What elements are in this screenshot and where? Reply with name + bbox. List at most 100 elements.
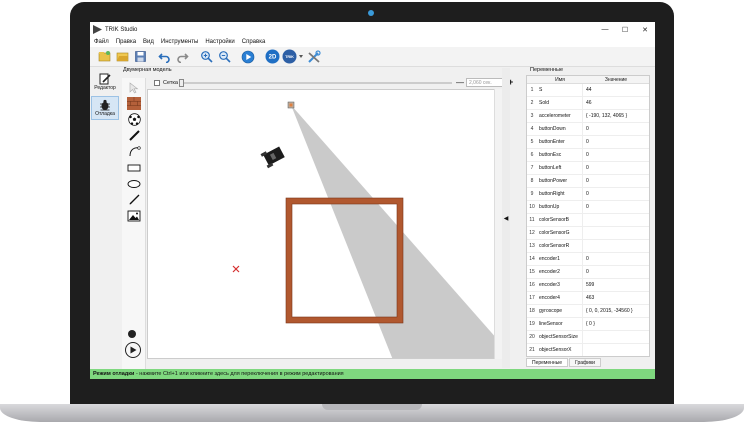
zoom-minus-button[interactable]: — [456,78,464,87]
2d-model-icon[interactable]: 2D [264,49,280,65]
speed-slider[interactable] [180,82,452,84]
variable-name: objectSensorSize [537,330,583,344]
row-number: 14 [529,256,535,262]
svg-text:2D: 2D [268,55,276,61]
column-name-header[interactable]: Имя [537,77,583,83]
row-number: 17 [529,295,535,301]
row-number: 8 [530,178,534,184]
grid-checkbox[interactable] [154,80,160,86]
table-row[interactable]: 11 colorSensorB [527,213,649,227]
table-row[interactable]: 20 objectSensorSize [527,330,649,344]
variable-name: colorSensorR [537,239,583,253]
table-row[interactable]: 3 accelerometer{ -190, 132, 4065 } [527,109,649,123]
line-tool-icon[interactable] [125,129,143,142]
scene-scrollbar[interactable] [494,89,502,359]
tab-variables[interactable]: Переменные [526,358,569,367]
variable-name: objectSensorX [537,343,583,356]
speed-field[interactable]: 2,060 сек. [466,78,504,87]
panel-splitter[interactable]: ◀ [502,68,510,368]
menu-settings[interactable]: Настройки [205,39,234,45]
robot-sensor [287,101,295,109]
debug-mode-button[interactable]: Отладка [91,96,119,120]
table-row[interactable]: 10 buttonUp 0 [527,200,649,214]
variable-name: buttonDown [537,122,583,136]
zoom-out-icon[interactable] [216,49,232,65]
settings-icon[interactable] [306,49,322,65]
cursor-tool-icon[interactable] [125,81,143,94]
speed-slider-thumb[interactable] [179,79,184,87]
stop-button[interactable] [128,330,136,338]
row-number: 7 [530,165,534,171]
table-row[interactable]: 15 encoder2 0 [527,265,649,279]
menu-help[interactable]: Справка [242,39,266,45]
column-value-header[interactable]: Значение [583,77,649,83]
curve-tool-icon[interactable] [125,145,143,158]
camera-dot [368,10,374,16]
trik-icon[interactable]: TRIK [282,49,304,65]
undo-icon[interactable] [156,49,172,65]
minimize-button[interactable]: — [595,22,615,37]
table-row[interactable]: 18 gyroscope{ 0, 0, 2015, -34560 } [527,304,649,318]
table-row[interactable]: 6 buttonEsc 0 [527,148,649,162]
menu-file[interactable]: Файл [94,39,109,45]
table-row[interactable]: 21 objectSensorX [527,343,649,356]
editor-mode-label: Редактор [94,85,116,91]
zoom-in-icon[interactable] [198,49,214,65]
table-row[interactable]: 5 buttonEnter 0 [527,135,649,149]
menu-tools[interactable]: Инструменты [161,39,198,45]
row-number: 1 [530,87,534,93]
table-row[interactable]: 8 buttonPower 0 [527,174,649,188]
redo-icon[interactable] [174,49,190,65]
open-icon[interactable] [114,49,130,65]
new-icon[interactable] [96,49,112,65]
2d-scene[interactable] [147,89,497,359]
close-button[interactable]: ✕ [635,22,655,37]
row-number: 5 [530,139,534,145]
row-number: 4 [530,126,534,132]
debug-mode-label: Отладка [95,111,115,117]
table-row[interactable]: 13 colorSensorR [527,239,649,253]
variable-value: 0 [586,126,589,132]
table-row[interactable]: 4 buttonDown 0 [527,122,649,136]
row-number: 16 [529,282,535,288]
start-position-marker [232,265,240,273]
variable-name: encoder4 [537,291,583,305]
table-row[interactable]: 14 encoder1 0 [527,252,649,266]
ball-tool-icon[interactable] [125,113,143,126]
status-bar[interactable]: Режим отладки - нажмите Ctrl+1 или кликн… [90,369,655,379]
variable-name: gyroscope [537,304,583,318]
tab-graphs[interactable]: Графики [569,358,601,367]
image-tool-icon[interactable] [125,209,143,222]
variable-name: buttonEsc [537,148,583,162]
table-row[interactable]: 9 buttonRight 0 [527,187,649,201]
variable-value: 599 [586,282,595,288]
collapse-arrow-icon[interactable]: ◀ [504,215,509,222]
mode-panel: Редактор Отладка [90,68,120,368]
variable-value: { 0, 0, 2015, -34560 } [586,308,633,314]
pencil-tool-icon[interactable] [125,193,143,206]
toolbar: 2D TRIK [90,47,655,67]
robot[interactable] [260,145,286,169]
table-row[interactable]: 12 colorSensorG [527,226,649,240]
table-row[interactable]: 16 encoder3 599 [527,278,649,292]
table-row[interactable]: 19 lineSensor{ 0 } [527,317,649,331]
maximize-button[interactable]: ☐ [615,22,635,37]
ellipse-tool-icon[interactable] [125,177,143,190]
variable-value: 0 [586,191,589,197]
run-icon[interactable] [240,49,256,65]
editor-mode-button[interactable]: Редактор [91,70,119,94]
table-row[interactable]: 1 S 44 [527,83,649,97]
variable-name: buttonRight [537,187,583,201]
table-row[interactable]: 7 buttonLeft 0 [527,161,649,175]
table-row[interactable]: 2 Sold 46 [527,96,649,110]
menu-view[interactable]: Вид [143,39,154,45]
play-button[interactable] [125,342,141,358]
variables-table: Имя Значение 1 S 44 2 Sold 46 3 accelerometer{ … [526,75,650,357]
save-icon[interactable] [132,49,148,65]
row-number: 11 [529,217,535,223]
table-row[interactable]: 17 encoder4 463 [527,291,649,305]
wall-tool-icon[interactable] [125,97,143,110]
rectangle-tool-icon[interactable] [125,161,143,174]
menu-edit[interactable]: Правка [116,39,136,45]
variable-name: encoder2 [537,265,583,279]
